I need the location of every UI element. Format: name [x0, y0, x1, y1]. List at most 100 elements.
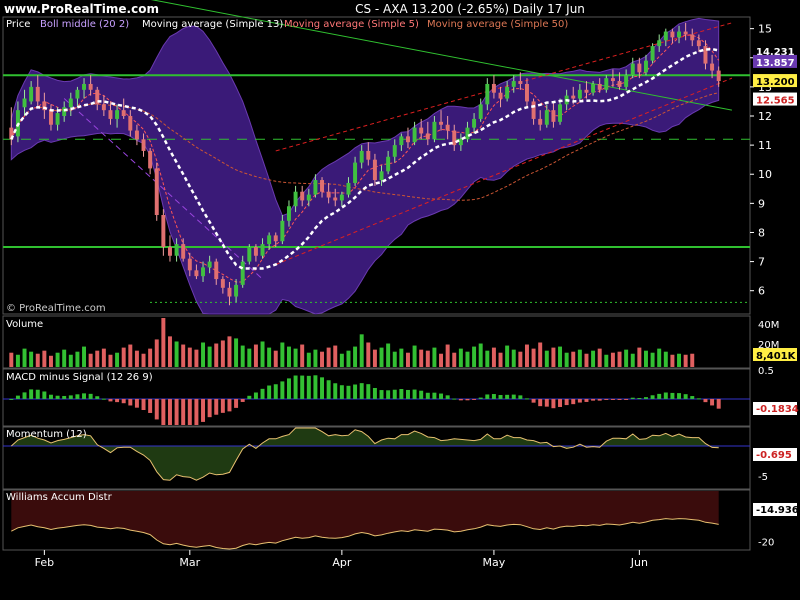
candle-body — [273, 235, 278, 242]
macd-bar — [610, 398, 615, 400]
volume-bar — [604, 354, 609, 367]
macd-bar — [273, 384, 278, 399]
candle-body — [366, 150, 371, 160]
candle-body — [326, 191, 331, 198]
candle-body — [458, 139, 463, 146]
volume-bar — [624, 349, 629, 367]
macd-bar — [154, 398, 159, 420]
candle-body — [346, 182, 351, 195]
candle-body — [524, 83, 529, 102]
candle-body — [445, 124, 450, 131]
macd-bar — [544, 398, 549, 407]
macd-bar — [286, 378, 291, 399]
volume-bar — [293, 348, 298, 367]
x-tick-label: Mar — [179, 556, 200, 569]
volume-bar — [15, 354, 20, 367]
macd-bar — [148, 398, 153, 413]
volume-bar — [657, 348, 662, 367]
volume-bar — [591, 350, 596, 367]
candle-body — [432, 121, 437, 140]
candle-body — [286, 206, 291, 221]
candle-body — [68, 98, 73, 108]
candle-body — [22, 98, 27, 108]
x-tick-label: Feb — [35, 556, 54, 569]
macd-bar — [399, 389, 404, 399]
candle-body — [392, 145, 397, 157]
price-tick-label: 11 — [758, 139, 772, 152]
volume-bar — [439, 353, 444, 367]
x-tick-label: Apr — [332, 556, 352, 569]
macd-bar — [134, 398, 139, 408]
candle-body — [405, 136, 410, 143]
volume-bar — [55, 352, 60, 367]
macd-bar — [405, 389, 410, 399]
macd-bar — [696, 398, 701, 400]
candle-body — [167, 247, 172, 256]
candle-body — [478, 104, 483, 119]
macd-bar — [716, 398, 721, 409]
macd-bar — [35, 389, 40, 399]
macd-bar — [366, 384, 371, 399]
macd-bar — [445, 395, 450, 399]
volume-bar — [677, 353, 682, 367]
candle-body — [174, 244, 179, 256]
volume-bar — [187, 347, 192, 367]
candle-body — [82, 83, 87, 90]
candle-body — [227, 287, 232, 297]
macd-last-label: -0.1834 — [756, 404, 799, 415]
volume-bar — [115, 352, 120, 367]
candle-body — [696, 40, 701, 47]
macd-bar — [293, 375, 298, 399]
volume-bar — [412, 345, 417, 367]
macd-bar — [663, 392, 668, 399]
macd-bar — [650, 395, 655, 399]
macd-bar — [346, 385, 351, 399]
volume-bar — [214, 343, 219, 367]
candle-body — [498, 92, 503, 99]
volume-bar — [518, 351, 523, 367]
volume-last-label: 8,401K — [756, 351, 797, 362]
candle-body — [353, 162, 358, 183]
volume-bar — [35, 353, 40, 367]
macd-bar — [386, 390, 391, 399]
candle-body — [670, 31, 675, 38]
macd-bar — [690, 396, 695, 399]
volume-bar — [571, 351, 576, 367]
candle-body — [538, 118, 543, 125]
candle-body — [134, 130, 139, 140]
candle-body — [141, 139, 146, 151]
volume-bar — [247, 348, 252, 367]
volume-bar — [630, 353, 635, 367]
macd-bar — [306, 375, 311, 399]
macd-bar — [207, 398, 212, 418]
macd-bar — [472, 398, 477, 400]
candle-body — [465, 127, 470, 140]
volume-bar — [465, 351, 470, 367]
price-tick-label: 7 — [758, 256, 765, 269]
candle-body — [214, 261, 219, 280]
volume-bar — [260, 341, 265, 367]
volume-bar — [610, 352, 615, 367]
macd-bar — [657, 393, 662, 399]
bollinger-band — [10, 17, 720, 315]
macd-bar — [201, 398, 206, 422]
volume-bar — [82, 346, 87, 367]
volume-bar — [491, 347, 496, 367]
volume-bar — [399, 348, 404, 367]
candle-body — [181, 244, 186, 259]
candle-body — [313, 180, 318, 195]
macd-bar — [353, 384, 358, 399]
candle-body — [624, 75, 629, 87]
volume-bar — [29, 351, 34, 367]
candle-body — [531, 101, 536, 119]
candle-body — [48, 110, 53, 125]
macd-bar — [643, 397, 648, 399]
candle-body — [320, 180, 325, 192]
macd-bar — [683, 394, 688, 399]
volume-bar — [663, 351, 668, 367]
volume-bar — [62, 349, 67, 367]
volume-bar — [505, 345, 510, 367]
macd-bar — [42, 391, 47, 399]
macd-bar — [624, 398, 629, 400]
volume-bar — [366, 342, 371, 367]
